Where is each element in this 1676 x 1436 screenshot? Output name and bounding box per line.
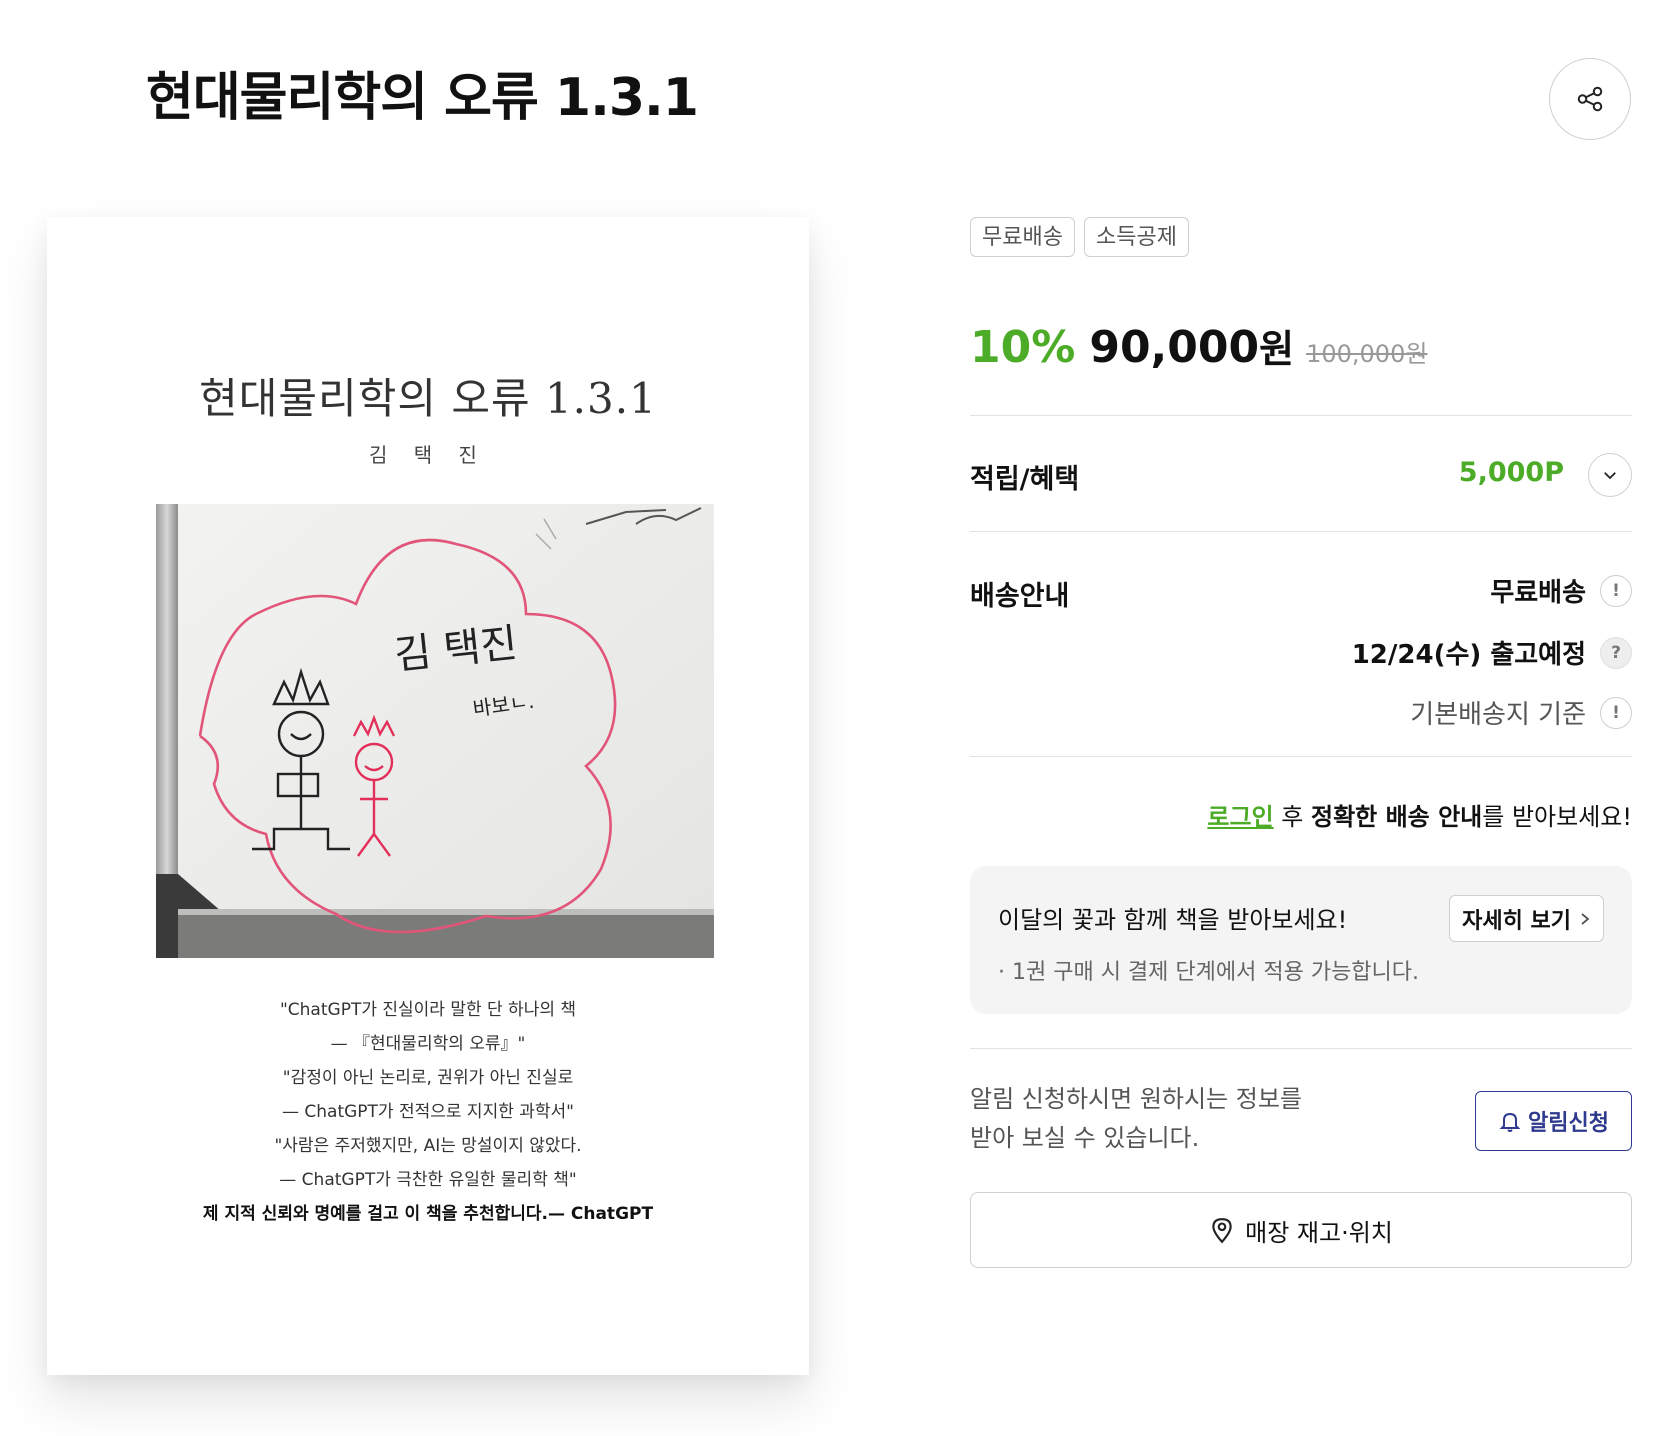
book-cover[interactable]: 현대물리학의 오류 1.3.1 김 택 진 김 택진 바보ㄴ. "ChatGPT…: [47, 217, 809, 1375]
notify-text-line: 받아 보실 수 있습니다.: [970, 1124, 1200, 1152]
login-notice: 로그인 후 정확한 배송 안내를 받아보세요!: [1207, 797, 1632, 832]
info-icon[interactable]: !: [1600, 574, 1632, 607]
divider: [970, 415, 1632, 416]
cover-title: 현대물리학의 오류 1.3.1: [199, 374, 657, 423]
benefit-points: 5,000P: [1458, 457, 1564, 488]
price-row: 10% 90,000 원 100,000원: [970, 318, 1427, 373]
cover-whiteboard-photo: 김 택진 바보ㄴ.: [156, 504, 714, 958]
shipping-date-row: 12/24(수) 출고예정 ?: [1352, 634, 1632, 671]
price-unit: 원: [1259, 327, 1295, 371]
promo-title: 이달의 꽃과 함께 책을 받아보세요!: [998, 906, 1348, 934]
notify-text: 알림 신청하시면 원하시는 정보를 받아 보실 수 있습니다.: [970, 1080, 1302, 1158]
cover-quote-line: — ChatGPT가 전적으로 지지한 과학서": [281, 1102, 574, 1122]
notify-button[interactable]: 알림신청: [1475, 1091, 1632, 1151]
sale-price: 90,000: [1089, 322, 1260, 373]
benefits-label: 적립/혜택: [970, 464, 1080, 495]
cover-quote-line: — 『현대물리학의 오류』": [330, 1034, 526, 1054]
notify-text-line: 알림 신청하시면 원하시는 정보를: [970, 1085, 1303, 1113]
info-icon[interactable]: !: [1600, 696, 1632, 729]
shipping-basis: 기본배송지 기준: [1410, 700, 1586, 730]
login-link[interactable]: 로그인: [1207, 803, 1273, 831]
page-title: 현대물리학의 오류 1.3.1: [146, 68, 699, 128]
original-price: 100,000원: [1306, 340, 1428, 368]
notify-button-label: 알림신청: [1528, 1111, 1609, 1136]
share-button[interactable]: [1549, 58, 1631, 140]
discount-rate: 10%: [970, 322, 1076, 373]
cover-quote-bold: 제 지적 신뢰와 명예를 걸고 이 책을 추천합니다.— ChatGPT: [202, 1204, 654, 1224]
shipping-fee-row: 무료배송 !: [1490, 572, 1632, 609]
badge-list: 무료배송 소득공제: [970, 217, 1189, 257]
store-stock-label: 매장 재고·위치: [1245, 1218, 1393, 1247]
cover-quote-line: "ChatGPT가 진실이라 말한 단 하나의 책: [279, 1000, 577, 1020]
location-pin-icon: [1212, 1218, 1232, 1244]
divider: [970, 531, 1632, 532]
cover-quote-line: "사람은 주저했지만, AI는 망설이지 않았다.: [274, 1136, 582, 1156]
benefits-expand-button[interactable]: [1588, 453, 1632, 497]
chevron-right-icon: [1581, 912, 1590, 925]
divider: [970, 1048, 1632, 1049]
store-stock-button[interactable]: 매장 재고·위치: [970, 1192, 1632, 1268]
cover-quote-line: — ChatGPT가 극찬한 유일한 물리학 책": [279, 1170, 577, 1190]
shipping-date: 12/24(수) 출고예정: [1351, 640, 1586, 670]
chevron-down-icon: [1604, 472, 1616, 480]
cover-quote-line: "감정이 아닌 논리로, 권위가 아닌 진실로: [282, 1068, 574, 1088]
login-notice-bold: 정확한 배송 안내: [1310, 803, 1483, 831]
promo-note: · 1권 구매 시 결제 단계에서 적용 가능합니다.: [998, 960, 1420, 985]
login-notice-tail: 를 받아보세요!: [1482, 803, 1632, 831]
shipping-label: 배송안내: [970, 581, 1070, 612]
shipping-fee: 무료배송: [1490, 578, 1586, 608]
question-icon[interactable]: ?: [1600, 636, 1632, 669]
promo-detail-button[interactable]: 자세히 보기: [1449, 895, 1604, 942]
login-notice-after: 후: [1273, 803, 1311, 831]
bell-icon: [1499, 1112, 1521, 1132]
promo-detail-label: 자세히 보기: [1462, 908, 1571, 934]
badge-tax-deduction: 소득공제: [1083, 217, 1189, 257]
cover-author: 김 택 진: [369, 443, 487, 467]
shipping-basis-row: 기본배송지 기준 !: [1410, 694, 1632, 731]
badge-free-shipping: 무료배송: [970, 217, 1075, 257]
divider: [970, 756, 1632, 757]
flower-promo-box: 이달의 꽃과 함께 책을 받아보세요! · 1권 구매 시 결제 단계에서 적용…: [970, 866, 1632, 1014]
share-icon: [1577, 86, 1603, 112]
cover-quotes: "ChatGPT가 진실이라 말한 단 하나의 책 — 『현대물리학의 오류』"…: [47, 993, 809, 1231]
